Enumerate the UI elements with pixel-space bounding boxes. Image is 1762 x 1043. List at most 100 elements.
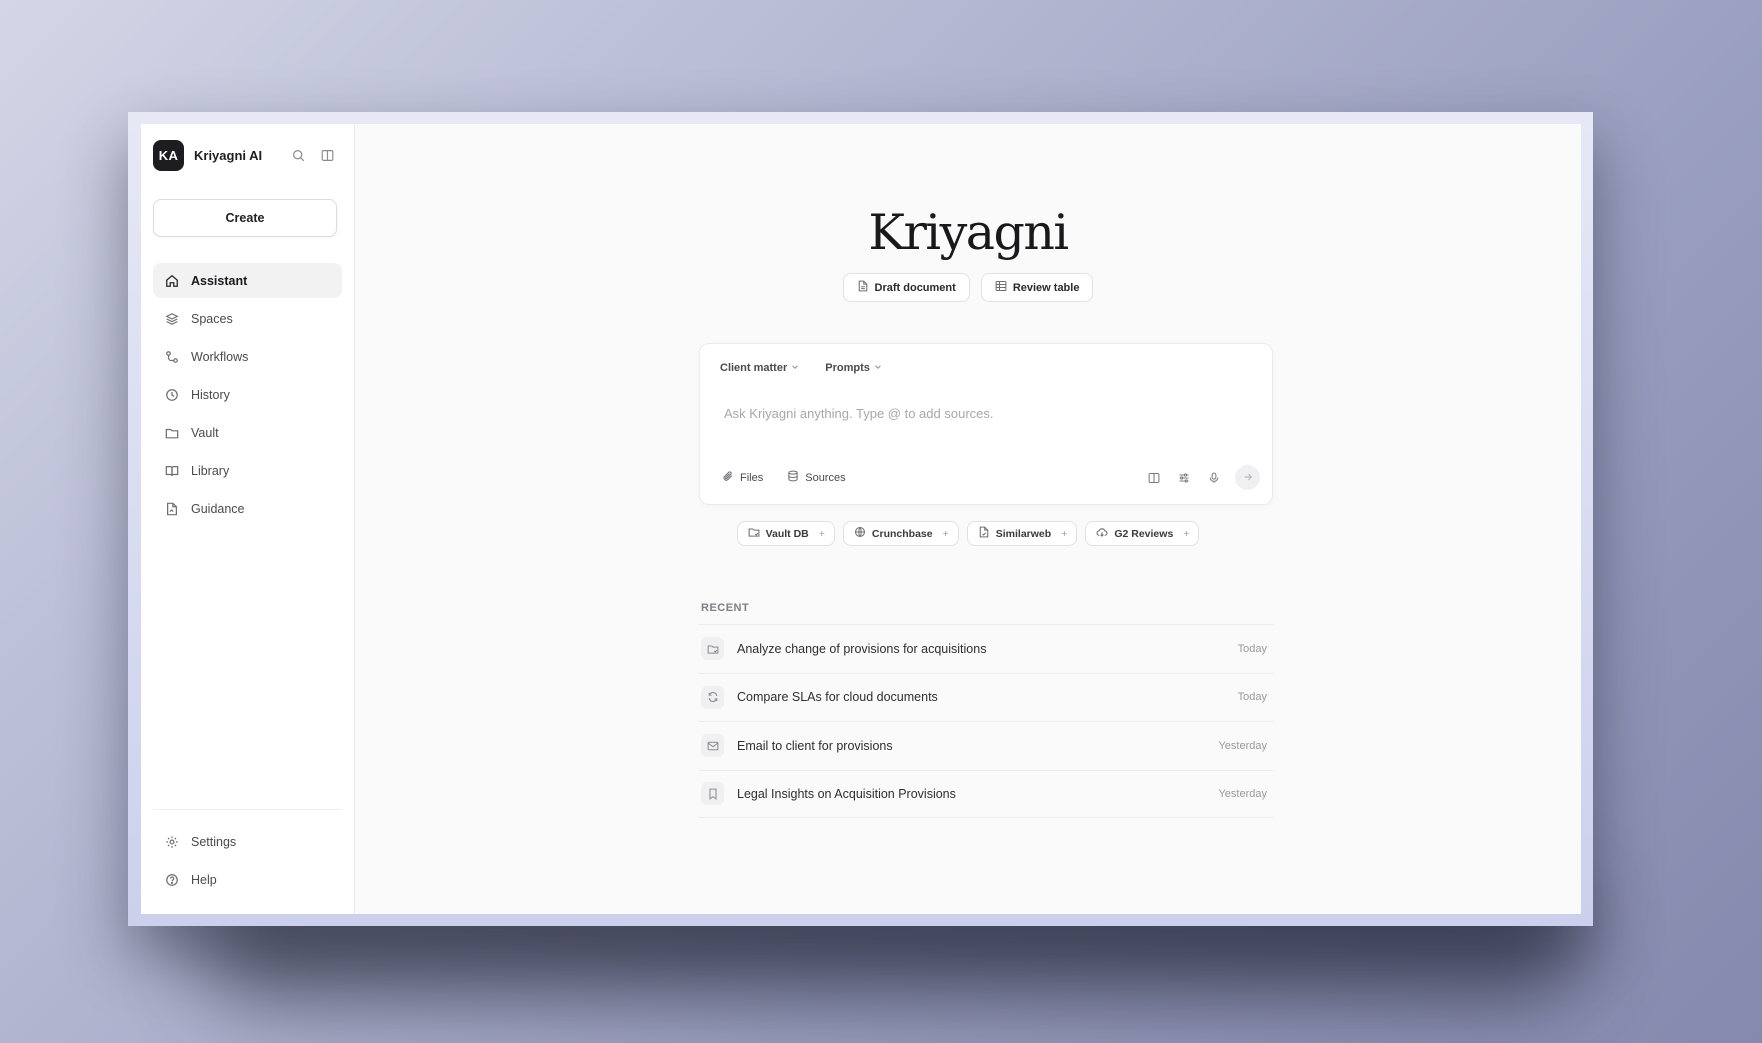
source-chip-vault-db[interactable]: Vault DB +	[736, 521, 835, 546]
recent-item-title: Analyze change of provisions for acquisi…	[737, 641, 987, 656]
cloud-icon	[1096, 526, 1108, 541]
book-icon	[164, 463, 180, 479]
composer-actions: Files Sources	[722, 465, 1260, 490]
attach-files-button[interactable]: Files	[722, 470, 763, 485]
mail-icon	[701, 734, 724, 758]
recent-item[interactable]: Email to client for provisions Yesterday	[699, 721, 1273, 770]
sidebar-item-label: Library	[191, 463, 230, 478]
sidebar-item-label: Assistant	[191, 273, 248, 288]
folder-icon	[164, 425, 180, 441]
source-chip-label: Crunchbase	[871, 527, 933, 540]
sidebar: KA Kriyagni AI Create Assistant Spaces W…	[141, 124, 355, 914]
sidebar-item-library[interactable]: Library	[153, 453, 342, 488]
sidebar-item-label: Spaces	[191, 311, 233, 326]
files-label: Files	[740, 471, 764, 484]
sidebar-footer: Settings Help	[153, 809, 342, 900]
help-icon	[164, 872, 180, 888]
sidebar-item-history[interactable]: History	[153, 377, 342, 412]
prompts-label: Prompts	[825, 362, 870, 374]
recent-item-time: Today	[1237, 691, 1267, 704]
client-matter-label: Client matter	[720, 362, 788, 374]
table-icon	[995, 280, 1007, 295]
clock-icon	[164, 387, 180, 403]
recent-heading: RECENT	[701, 602, 750, 614]
sidebar-item-spaces[interactable]: Spaces	[153, 301, 342, 336]
chevron-down-icon	[791, 362, 799, 374]
plus-icon: +	[1183, 527, 1190, 540]
sidebar-item-settings[interactable]: Settings	[153, 824, 342, 859]
home-icon	[164, 273, 180, 289]
search-icon[interactable]	[284, 141, 313, 170]
prompt-composer: Client matter Prompts Ask Kriyagni anyth…	[699, 343, 1273, 505]
bookmark-icon	[701, 782, 724, 806]
sidebar-item-label: Settings	[191, 834, 237, 849]
database-icon	[787, 470, 799, 485]
sidebar-item-guidance[interactable]: Guidance	[153, 491, 342, 526]
sidebar-toggle-icon[interactable]	[313, 141, 342, 170]
recent-item[interactable]: Compare SLAs for cloud documents Today	[699, 672, 1273, 722]
sidebar-item-label: Workflows	[191, 349, 249, 364]
source-chip-label: Similarweb	[995, 527, 1052, 540]
sidebar-item-vault[interactable]: Vault	[153, 415, 342, 450]
recent-item[interactable]: Legal Insights on Acquisition Provisions…	[699, 769, 1273, 818]
sidebar-item-label: Guidance	[191, 501, 245, 516]
source-chip-crunchbase[interactable]: Crunchbase +	[842, 521, 959, 546]
sidebar-item-label: Vault	[191, 425, 219, 440]
prompt-input[interactable]	[724, 406, 1244, 421]
draft-document-button[interactable]: Draft document	[842, 273, 970, 302]
folder-icon	[748, 526, 760, 541]
plus-icon: +	[942, 527, 949, 540]
recent-item-time: Yesterday	[1218, 739, 1267, 752]
sliders-icon[interactable]	[1175, 469, 1192, 486]
source-chip-g2-reviews[interactable]: G2 Reviews +	[1085, 521, 1200, 546]
send-button[interactable]	[1235, 465, 1260, 490]
plus-icon: +	[1061, 527, 1068, 540]
sidebar-item-label: History	[191, 387, 230, 402]
review-table-button[interactable]: Review table	[980, 273, 1094, 302]
brand-header: KA Kriyagni AI	[153, 139, 342, 171]
recent-item[interactable]: Analyze change of provisions for acquisi…	[699, 624, 1273, 673]
arrow-right-icon	[1243, 469, 1253, 487]
source-chip-label: Vault DB	[765, 527, 809, 540]
layers-icon	[164, 311, 180, 327]
sidebar-item-assistant[interactable]: Assistant	[153, 263, 342, 298]
recent-item-time: Today	[1237, 642, 1267, 655]
refresh-icon	[701, 685, 724, 709]
globe-icon	[854, 526, 866, 541]
brand-avatar[interactable]: KA	[153, 139, 184, 171]
recent-item-title: Legal Insights on Acquisition Provisions	[737, 786, 956, 801]
add-sources-button[interactable]: Sources	[787, 470, 846, 485]
sidebar-item-workflows[interactable]: Workflows	[153, 339, 342, 374]
review-table-label: Review table	[1012, 281, 1080, 294]
sidebar-item-help[interactable]: Help	[153, 862, 342, 897]
recent-item-title: Email to client for provisions	[737, 738, 893, 753]
plus-icon: +	[818, 527, 825, 540]
gear-icon	[164, 834, 180, 850]
chevron-down-icon	[874, 362, 882, 374]
workflow-icon	[164, 349, 180, 365]
recent-item-time: Yesterday	[1218, 787, 1267, 800]
sidebar-nav: Assistant Spaces Workflows History Vault…	[153, 263, 342, 526]
composer-toolbar: Client matter Prompts	[720, 362, 882, 374]
paperclip-icon	[722, 470, 734, 485]
client-matter-dropdown[interactable]: Client matter	[720, 362, 799, 374]
recent-section: RECENT Analyze change of provisions for …	[699, 602, 1273, 818]
sidebar-item-label: Help	[191, 872, 217, 887]
app-window: KA Kriyagni AI Create Assistant Spaces W…	[141, 124, 1581, 914]
source-chip-label: G2 Reviews	[1114, 527, 1174, 540]
main-content: Kriyagni Draft document Review table Cli…	[355, 124, 1581, 914]
microphone-icon[interactable]	[1205, 469, 1222, 486]
create-button[interactable]: Create	[153, 199, 337, 237]
prompts-dropdown[interactable]: Prompts	[825, 362, 882, 374]
source-chip-similarweb[interactable]: Similarweb +	[966, 521, 1078, 546]
source-chips: Vault DB + Crunchbase + Similarweb + G2 …	[355, 521, 1581, 546]
quick-actions: Draft document Review table	[355, 273, 1581, 302]
brand-name: Kriyagni AI	[194, 147, 263, 163]
split-view-icon[interactable]	[1145, 469, 1162, 486]
file-guidance-icon	[164, 501, 180, 517]
draft-document-label: Draft document	[874, 281, 956, 294]
folder-icon	[701, 637, 724, 661]
file-icon	[978, 526, 990, 541]
sources-label: Sources	[805, 471, 846, 484]
document-icon	[857, 280, 869, 295]
